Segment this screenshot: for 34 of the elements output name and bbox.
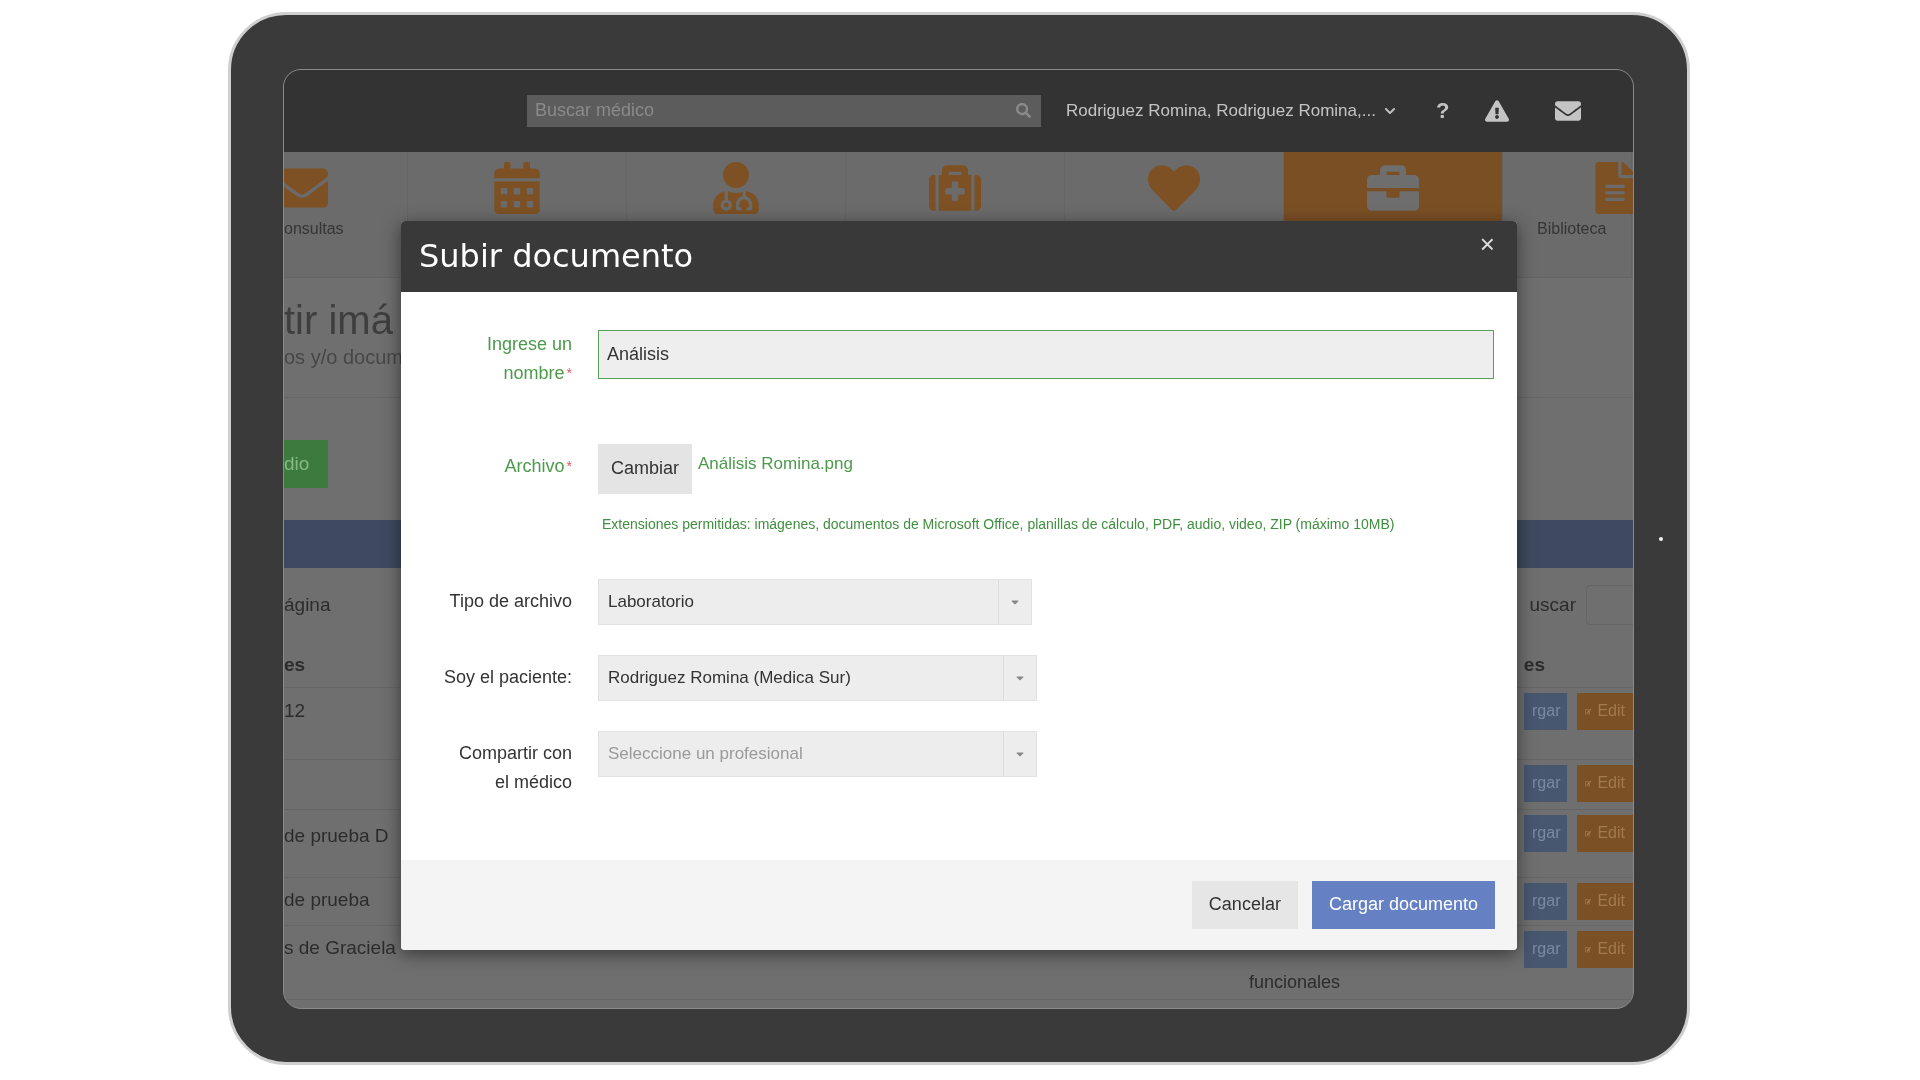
table-cell: 12 (284, 699, 306, 722)
file-name: Análisis Romina.png (698, 453, 853, 474)
select-field[interactable]: Seleccione un profesional (598, 730, 1037, 777)
name-input[interactable]: Análisis (598, 329, 1494, 379)
table-cell: funcionales (1249, 971, 1341, 993)
change-file-button[interactable]: Cambiar (598, 443, 692, 494)
field-label: Compartir con el médico (457, 741, 572, 794)
add-button[interactable]: dio (284, 439, 328, 488)
sensor-dot (1658, 536, 1663, 541)
table-cell: de prueba (284, 888, 370, 911)
search-icon (1016, 103, 1031, 118)
select-field[interactable]: Laboratorio (598, 578, 1032, 625)
user-menu[interactable]: Rodriguez Romina, Rodriguez Romina,... (1066, 100, 1396, 121)
close-button[interactable]: × (1475, 228, 1499, 260)
field-label: Archivo* (503, 454, 572, 478)
field-label: Soy el paciente: (442, 665, 572, 689)
field-label: Ingrese un nombre* (485, 332, 572, 385)
column-header: es (284, 653, 306, 676)
table-search-field[interactable] (1586, 585, 1633, 625)
dialog-title: Subir documento (419, 237, 694, 275)
search-label: uscar (1529, 594, 1576, 616)
table-cell: de prueba D (284, 824, 389, 847)
upload-button[interactable]: Cargar documento (1311, 880, 1495, 929)
select-field[interactable]: Rodriguez Romina (Medica Sur) (598, 654, 1037, 701)
help-text: Extensiones permitidas: imágenes, documentos de Microsoft Office, planillas de cálculo, PDF, audio, video, ZIP (máximo 10MB) (602, 515, 1396, 533)
calendar-icon (491, 161, 543, 214)
help-icon[interactable]: ? (1435, 97, 1450, 124)
doctor-icon (710, 161, 762, 214)
cancel-button[interactable]: Cancelar (1191, 880, 1298, 929)
warning-icon[interactable] (1485, 98, 1510, 123)
column-header: es (1523, 653, 1545, 676)
table-cell: s de Graciela (284, 936, 396, 959)
field-label: Tipo de archivo (448, 589, 572, 613)
pager-label: ágina (284, 594, 331, 616)
